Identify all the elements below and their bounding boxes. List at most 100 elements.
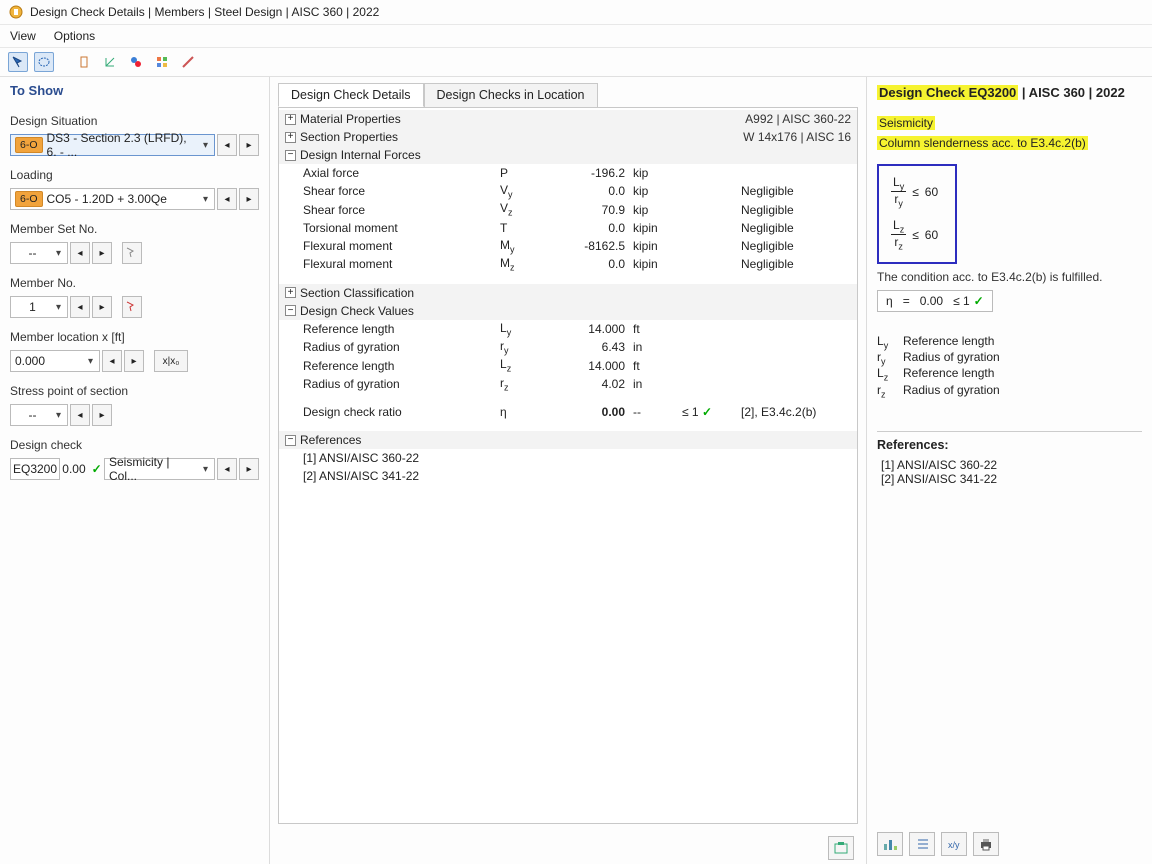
expand-icon[interactable]: + (285, 114, 296, 125)
table-row: Reference lengthLz14.000ft (279, 356, 857, 374)
tree-area[interactable]: + Material Properties A992 | AISC 360-22… (278, 107, 858, 824)
tree-design-internal-forces[interactable]: − Design Internal Forces (279, 146, 857, 164)
export-button[interactable] (828, 836, 854, 860)
window-title: Design Check Details | Members | Steel D… (30, 5, 379, 19)
formula-icon[interactable]: x/y (941, 832, 967, 856)
pick-member-icon[interactable] (122, 296, 142, 318)
expand-icon[interactable]: + (285, 287, 296, 298)
next-stress-point[interactable]: ▸ (92, 404, 112, 426)
stress-point-value: -- (28, 408, 36, 422)
label-design-situation: Design Situation (10, 114, 259, 128)
panel-header-to-show: To Show (10, 83, 259, 98)
collapse-icon[interactable]: − (285, 305, 296, 316)
center-panel: Design Check Details Design Checks in Lo… (270, 77, 867, 864)
tab-design-checks-location[interactable]: Design Checks in Location (424, 83, 598, 107)
tree-section-properties[interactable]: + Section Properties W 14x176 | AISC 16 (279, 128, 857, 146)
reference-item: [2] ANSI/AISC 341-22 (279, 467, 857, 485)
tree-section-classification[interactable]: + Section Classification (279, 284, 857, 302)
label-member-no: Member No. (10, 276, 259, 290)
member-set-no-value: -- (28, 246, 36, 260)
prev-design-check[interactable]: ◂ (217, 458, 237, 480)
formula-box: Lyry ≤ 60 Lzrz ≤ 60 (877, 164, 957, 264)
check-ok-icon: ✓ (92, 462, 102, 476)
tool-color-icon[interactable] (152, 52, 172, 72)
pick-member-set-icon[interactable] (122, 242, 142, 264)
tool-axis-icon[interactable] (100, 52, 120, 72)
chevron-down-icon: ▾ (201, 140, 210, 151)
next-location[interactable]: ▸ (124, 350, 144, 372)
next-design-situation[interactable]: ▸ (239, 134, 259, 156)
next-member[interactable]: ▸ (92, 296, 112, 318)
rp-sub2: Column slenderness acc. to E3.4c.2(b) (877, 136, 1142, 150)
chart-icon[interactable] (877, 832, 903, 856)
table-row: Shear forceVz70.9kipNegligible (279, 200, 857, 218)
tree-design-check-ratio: Design check ratio η 0.00 -- ≤ 1 ✓ [2], … (279, 403, 857, 421)
label-stress-point: Stress point of section (10, 384, 259, 398)
tool-node-icon[interactable] (126, 52, 146, 72)
chevron-down-icon: ▾ (54, 248, 63, 259)
member-no-value: 1 (29, 300, 36, 314)
location-mode-button[interactable]: x|x₀ (154, 350, 188, 372)
tool-section-icon[interactable] (74, 52, 94, 72)
prev-member[interactable]: ◂ (70, 296, 90, 318)
combo-member-no[interactable]: 1 ▾ (10, 296, 68, 318)
collapse-icon[interactable]: − (285, 435, 296, 446)
combo-member-location[interactable]: 0.000 ▾ (10, 350, 100, 372)
design-check-desc: Seismicity | Col... (109, 455, 197, 483)
next-design-check[interactable]: ▸ (239, 458, 259, 480)
label-member-location: Member location x [ft] (10, 330, 259, 344)
chevron-down-icon: ▾ (54, 410, 63, 421)
prev-loading[interactable]: ◂ (217, 188, 237, 210)
menu-bar: View Options (0, 25, 1152, 48)
bottom-icons: x/y (877, 826, 1142, 856)
design-situation-value: DS3 - Section 2.3 (LRFD), 6. - ... (47, 131, 197, 159)
design-check-code: EQ3200 (10, 458, 60, 480)
tree-design-check-values[interactable]: − Design Check Values (279, 302, 857, 320)
reference-item: [1] ANSI/AISC 360-22 (279, 449, 857, 467)
combo-stress-point[interactable]: -- ▾ (10, 404, 68, 426)
tree-material-properties[interactable]: + Material Properties A992 | AISC 360-22 (279, 110, 857, 128)
badge-design-situation: 6-O (15, 137, 43, 153)
tabs: Design Check Details Design Checks in Lo… (270, 77, 866, 107)
rp-sub1: Seismicity (877, 116, 1142, 130)
chevron-down-icon: ▾ (54, 302, 63, 313)
combo-design-check-desc[interactable]: Seismicity | Col... ▾ (104, 458, 215, 480)
label-loading: Loading (10, 168, 259, 182)
list-icon[interactable] (909, 832, 935, 856)
label-member-set-no: Member Set No. (10, 222, 259, 236)
tree-references[interactable]: − References (279, 431, 857, 449)
chevron-down-icon: ▾ (201, 464, 210, 475)
prev-location[interactable]: ◂ (102, 350, 122, 372)
chevron-down-icon: ▾ (86, 356, 95, 367)
legend-row: LzReference length (877, 366, 1142, 382)
next-member-set[interactable]: ▸ (92, 242, 112, 264)
menu-options[interactable]: Options (54, 29, 95, 43)
combo-loading[interactable]: 6-O CO5 - 1.20D + 3.00Qe ▾ (10, 188, 215, 210)
label-design-check: Design check (10, 438, 259, 452)
prev-design-situation[interactable]: ◂ (217, 134, 237, 156)
table-row: Radius of gyrationry6.43in (279, 338, 857, 356)
svg-text:x/y: x/y (948, 840, 960, 850)
table-row: Shear forceVy0.0kipNegligible (279, 182, 857, 200)
references-header: References: (877, 431, 1142, 452)
table-row: Radius of gyrationrz4.02in (279, 375, 857, 393)
prev-stress-point[interactable]: ◂ (70, 404, 90, 426)
prev-member-set[interactable]: ◂ (70, 242, 90, 264)
next-loading[interactable]: ▸ (239, 188, 259, 210)
tab-design-check-details[interactable]: Design Check Details (278, 83, 424, 107)
collapse-icon[interactable]: − (285, 150, 296, 161)
tool-line-icon[interactable] (178, 52, 198, 72)
reference-item: [1] ANSI/AISC 360-22 (877, 458, 1142, 472)
expand-icon[interactable]: + (285, 132, 296, 143)
print-icon[interactable] (973, 832, 999, 856)
combo-member-set-no[interactable]: -- ▾ (10, 242, 68, 264)
menu-view[interactable]: View (10, 29, 36, 43)
reference-item: [2] ANSI/AISC 341-22 (877, 472, 1142, 486)
legend-row: rzRadius of gyration (877, 383, 1142, 399)
left-panel: To Show Design Situation 6-O DS3 - Secti… (0, 77, 270, 864)
rp-title: Design Check EQ3200 | AISC 360 | 2022 (877, 85, 1142, 100)
combo-design-situation[interactable]: 6-O DS3 - Section 2.3 (LRFD), 6. - ... ▾ (10, 134, 215, 156)
tool-lasso-icon[interactable] (34, 52, 54, 72)
title-bar: Design Check Details | Members | Steel D… (0, 0, 1152, 25)
tool-cursor-icon[interactable] (8, 52, 28, 72)
